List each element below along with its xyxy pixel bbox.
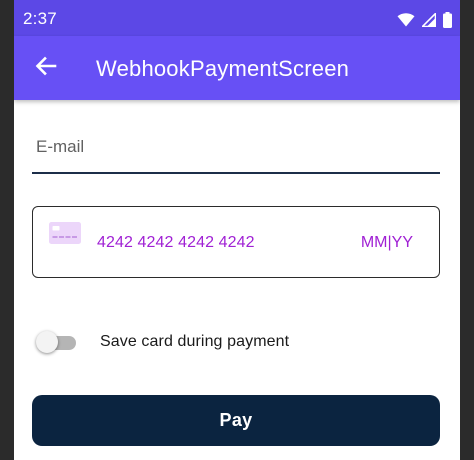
save-card-toggle[interactable] (36, 330, 78, 354)
pay-button-label: Pay (219, 410, 253, 430)
signal-icon (422, 13, 436, 27)
credit-card-icon (49, 222, 81, 244)
card-expiry-placeholder[interactable]: MM|YY (361, 233, 413, 253)
save-card-label: Save card during payment (100, 333, 290, 350)
device-screen: 2:37 WebhookPaymentScreen E-mail 4242 42… (14, 0, 460, 460)
screen-title: WebhookPaymentScreen (96, 56, 350, 81)
back-button[interactable] (30, 52, 62, 84)
toggle-thumb (36, 331, 58, 353)
status-time: 2:37 (23, 9, 57, 28)
battery-icon (443, 12, 452, 28)
email-placeholder: E-mail (36, 137, 85, 156)
card-input-field[interactable]: 4242 4242 4242 4242 MM|YY (32, 206, 440, 278)
status-icons (397, 12, 452, 28)
arrow-back-icon (35, 55, 57, 82)
pay-button[interactable]: Pay (32, 395, 440, 446)
wifi-icon (397, 13, 415, 27)
app-bar: WebhookPaymentScreen (14, 36, 460, 100)
card-number-value[interactable]: 4242 4242 4242 4242 (97, 233, 255, 253)
status-bar: 2:37 (14, 0, 460, 36)
save-card-row: Save card during payment (34, 326, 434, 358)
email-field[interactable]: E-mail (32, 118, 440, 174)
